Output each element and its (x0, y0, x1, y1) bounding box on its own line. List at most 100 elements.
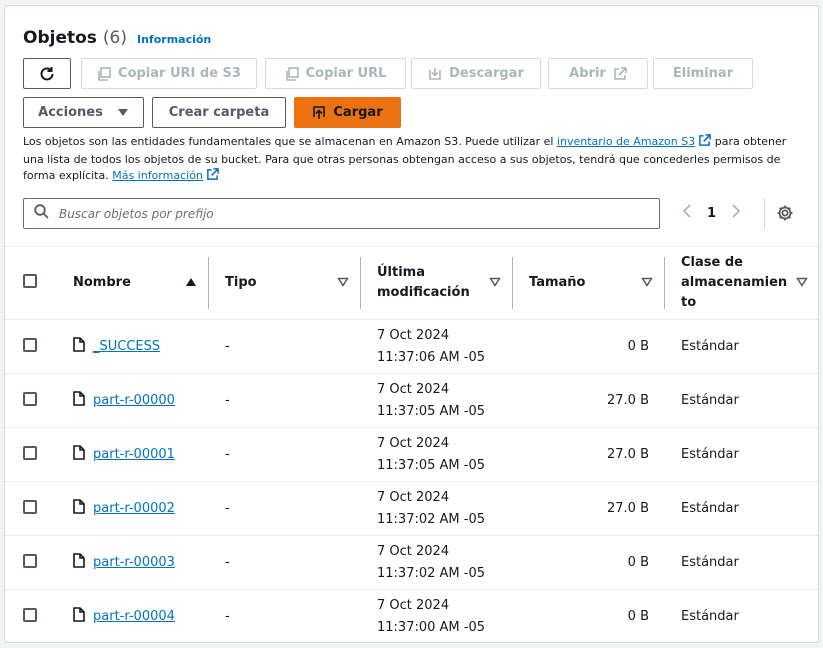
copy-url-button[interactable]: Copiar URL (265, 58, 406, 89)
row-checkbox[interactable] (23, 337, 37, 352)
download-label: Descargar (449, 66, 524, 81)
column-header-storage-class[interactable]: Clase de almacenamien to (665, 247, 818, 320)
row-checkbox[interactable] (23, 445, 37, 460)
info-link[interactable]: Información (137, 33, 211, 46)
object-type: - (225, 447, 230, 462)
column-storage-class-line1: Clase de (681, 255, 743, 270)
table-row[interactable]: part-r-00003 - 7 Oct 2024 11:37:02 AM -05… (5, 536, 818, 590)
modified-time: 11:37:00 AM -05 (377, 619, 485, 635)
object-storage-class: Estándar (681, 609, 739, 624)
object-storage-class: Estándar (681, 339, 739, 354)
row-checkbox[interactable] (23, 607, 37, 622)
pager-divider (764, 198, 765, 229)
refresh-button[interactable] (23, 58, 71, 89)
file-icon (73, 337, 85, 356)
refresh-icon (38, 65, 56, 83)
caret-down-icon (117, 108, 129, 118)
search-input[interactable] (57, 205, 659, 222)
modified-date: 7 Oct 2024 (377, 381, 450, 397)
object-size: 27.0 B (607, 447, 649, 462)
object-name-link[interactable]: part-r-00001 (93, 447, 175, 462)
actions-dropdown[interactable]: Acciones (23, 97, 144, 128)
object-name-link[interactable]: part-r-00004 (93, 609, 175, 624)
description-text-1: Los objetos son las entidades fundamenta… (23, 135, 557, 148)
column-header-type[interactable]: Tipo (209, 247, 361, 320)
row-checkbox[interactable] (23, 499, 37, 514)
row-checkbox[interactable] (23, 553, 37, 568)
object-name-link[interactable]: part-r-00002 (93, 501, 175, 516)
settings-gear-icon[interactable] (776, 204, 794, 226)
open-label: Abrir (569, 66, 606, 81)
modified-time: 11:37:05 AM -05 (377, 403, 485, 419)
object-last-modified: 7 Oct 2024 11:37:02 AM -05 (361, 482, 513, 536)
row-checkbox[interactable] (23, 391, 37, 406)
column-storage-class-label: Clase de almacenamien to (681, 253, 787, 313)
modified-time: 11:37:02 AM -05 (377, 511, 485, 527)
sort-icon (489, 276, 501, 291)
select-all-checkbox[interactable] (23, 274, 37, 288)
column-header-last-modified[interactable]: Última modificación (361, 247, 513, 320)
search-box (23, 198, 660, 229)
objects-description: Los objetos son las entidades fundamenta… (23, 134, 803, 186)
object-last-modified: 7 Oct 2024 11:37:02 AM -05 (361, 536, 513, 590)
table-row[interactable]: _SUCCESS - 7 Oct 2024 11:37:06 AM -05 0 B… (5, 320, 818, 374)
upload-icon (312, 105, 326, 120)
column-last-modified-line2: modificación (377, 285, 470, 300)
column-last-modified-line1: Última (377, 265, 426, 280)
object-count: (6) (102, 28, 127, 48)
object-size: 27.0 B (607, 501, 649, 516)
column-header-name[interactable]: Nombre (57, 247, 209, 320)
object-storage-class: Estándar (681, 501, 739, 516)
pagination: 1 (681, 203, 742, 223)
object-type: - (225, 501, 230, 516)
object-size: 0 B (627, 339, 649, 354)
download-button[interactable]: Descargar (411, 58, 541, 89)
object-size: 0 B (627, 555, 649, 570)
object-name-link[interactable]: part-r-00000 (93, 393, 175, 408)
copy-icon (285, 66, 299, 81)
page-number[interactable]: 1 (707, 206, 716, 221)
file-icon (73, 607, 85, 626)
table-row[interactable]: part-r-00004 - 7 Oct 2024 11:37:00 AM -05… (5, 590, 818, 643)
table-row[interactable]: part-r-00001 - 7 Oct 2024 11:37:05 AM -05… (5, 428, 818, 482)
modified-date: 7 Oct 2024 (377, 543, 450, 559)
modified-date: 7 Oct 2024 (377, 327, 450, 343)
more-info-link[interactable]: Más información (112, 169, 203, 182)
inventory-link[interactable]: inventario de Amazon S3 (557, 135, 695, 148)
column-last-modified-label: Última modificación (377, 263, 470, 303)
object-size: 27.0 B (607, 393, 649, 408)
modified-time: 11:37:02 AM -05 (377, 565, 485, 581)
object-last-modified: 7 Oct 2024 11:37:05 AM -05 (361, 428, 513, 482)
column-header-size[interactable]: Tamaño (513, 247, 665, 320)
next-page-icon[interactable] (730, 203, 742, 223)
modified-date: 7 Oct 2024 (377, 489, 450, 505)
sort-icon (641, 276, 653, 291)
column-size-label: Tamaño (529, 275, 586, 290)
object-last-modified: 7 Oct 2024 11:37:05 AM -05 (361, 374, 513, 428)
column-storage-class-line2: almacenamien (681, 275, 788, 290)
copy-s3-uri-button[interactable]: Copiar URI de S3 (81, 58, 257, 89)
object-last-modified: 7 Oct 2024 11:37:00 AM -05 (361, 590, 513, 643)
object-type: - (225, 555, 230, 570)
page-title: Objetos (23, 28, 97, 48)
create-folder-label: Crear carpeta (168, 105, 270, 120)
file-icon (73, 391, 85, 410)
copy-icon (97, 66, 111, 81)
object-name-link[interactable]: _SUCCESS (93, 339, 160, 354)
delete-button[interactable]: Eliminar (653, 58, 753, 89)
file-icon (73, 499, 85, 518)
prev-page-icon[interactable] (681, 203, 693, 223)
open-button[interactable]: Abrir (548, 58, 648, 89)
sort-icon (337, 276, 349, 291)
object-name-link[interactable]: part-r-00003 (93, 555, 175, 570)
table-row[interactable]: part-r-00000 - 7 Oct 2024 11:37:05 AM -05… (5, 374, 818, 428)
object-storage-class: Estándar (681, 447, 739, 462)
file-icon (73, 445, 85, 464)
table-row[interactable]: part-r-00002 - 7 Oct 2024 11:37:02 AM -05… (5, 482, 818, 536)
modified-time: 11:37:06 AM -05 (377, 349, 485, 365)
upload-button[interactable]: Cargar (294, 97, 401, 128)
file-icon (73, 553, 85, 572)
create-folder-button[interactable]: Crear carpeta (152, 97, 286, 128)
delete-label: Eliminar (672, 66, 734, 81)
sort-icon (796, 276, 808, 291)
